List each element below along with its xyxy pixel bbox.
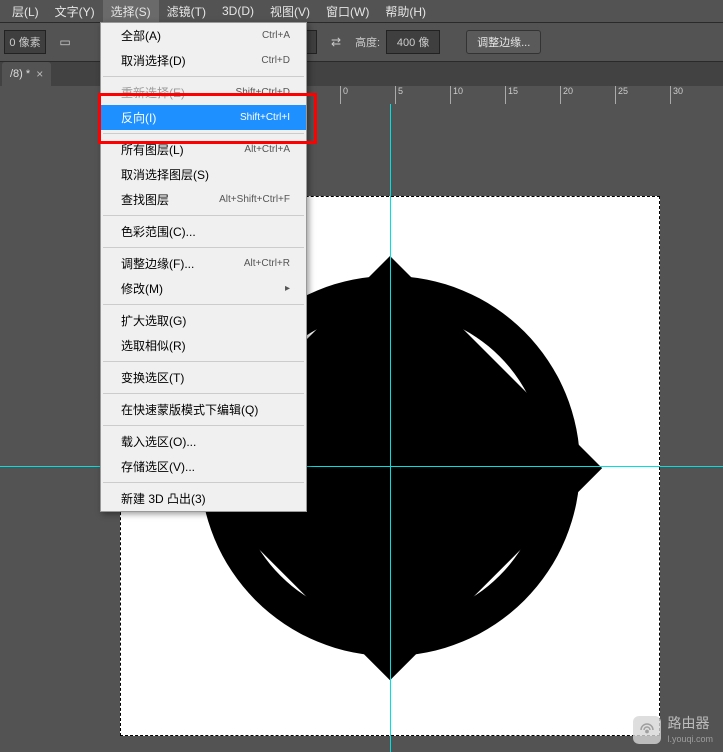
menu-3d[interactable]: 3D(D) bbox=[214, 1, 262, 21]
ruler-tick: 30 bbox=[670, 86, 683, 104]
menu-separator bbox=[103, 393, 304, 394]
menu-save-selection[interactable]: 存储选区(V)... bbox=[101, 454, 306, 479]
ruler-tick: 25 bbox=[615, 86, 628, 104]
select-menu: 全部(A)Ctrl+A 取消选择(D)Ctrl+D 重新选择(E)Shift+C… bbox=[100, 22, 307, 512]
tab-label: /8) * bbox=[10, 68, 30, 80]
menu-layer[interactable]: 层(L) bbox=[4, 0, 47, 23]
menu-deselect[interactable]: 取消选择(D)Ctrl+D bbox=[101, 48, 306, 73]
menu-find-layers[interactable]: 查找图层Alt+Shift+Ctrl+F bbox=[101, 187, 306, 212]
document-tab[interactable]: /8) * × bbox=[2, 62, 51, 86]
router-icon bbox=[633, 716, 661, 744]
watermark-title: 路由器 bbox=[667, 716, 713, 730]
menu-color-range[interactable]: 色彩范围(C)... bbox=[101, 219, 306, 244]
swap-icon[interactable]: ⇄ bbox=[323, 31, 349, 53]
menu-reselect: 重新选择(E)Shift+Ctrl+D bbox=[101, 80, 306, 105]
menubar: 层(L) 文字(Y) 选择(S) 滤镜(T) 3D(D) 视图(V) 窗口(W)… bbox=[0, 0, 723, 23]
height-field[interactable]: 400 像 bbox=[386, 30, 440, 54]
menu-filter[interactable]: 滤镜(T) bbox=[159, 0, 214, 23]
refine-edge-button[interactable]: 调整边缘... bbox=[466, 30, 541, 54]
menu-text[interactable]: 文字(Y) bbox=[47, 0, 103, 23]
menu-select[interactable]: 选择(S) bbox=[103, 0, 159, 23]
ruler-tick: 20 bbox=[560, 86, 573, 104]
menu-load-selection[interactable]: 载入选区(O)... bbox=[101, 429, 306, 454]
anti-alias-icon[interactable]: ▭ bbox=[52, 31, 78, 53]
feather-field[interactable]: 0 像素 bbox=[4, 30, 46, 54]
menu-separator bbox=[103, 133, 304, 134]
menu-new-3d[interactable]: 新建 3D 凸出(3) bbox=[101, 486, 306, 511]
menu-separator bbox=[103, 76, 304, 77]
menu-separator bbox=[103, 304, 304, 305]
menu-view[interactable]: 视图(V) bbox=[262, 0, 318, 23]
menu-separator bbox=[103, 482, 304, 483]
menu-separator bbox=[103, 361, 304, 362]
menu-all-layers[interactable]: 所有图层(L)Alt+Ctrl+A bbox=[101, 137, 306, 162]
ruler-tick: 5 bbox=[395, 86, 403, 104]
menu-window[interactable]: 窗口(W) bbox=[318, 0, 377, 23]
menu-help[interactable]: 帮助(H) bbox=[377, 0, 434, 23]
watermark: 路由器 l.youqi.com bbox=[633, 716, 713, 744]
close-icon[interactable]: × bbox=[36, 67, 43, 81]
menu-separator bbox=[103, 425, 304, 426]
ruler-tick: 0 bbox=[340, 86, 348, 104]
height-label: 高度: bbox=[355, 34, 380, 50]
menu-grow[interactable]: 扩大选取(G) bbox=[101, 308, 306, 333]
menu-inverse[interactable]: 反向(I)Shift+Ctrl+I bbox=[101, 105, 306, 130]
menu-refine-edge[interactable]: 调整边缘(F)...Alt+Ctrl+R bbox=[101, 251, 306, 276]
guide-vertical[interactable] bbox=[390, 104, 391, 752]
ruler-tick: 10 bbox=[450, 86, 463, 104]
menu-all[interactable]: 全部(A)Ctrl+A bbox=[101, 23, 306, 48]
ruler-tick: 15 bbox=[505, 86, 518, 104]
menu-separator bbox=[103, 215, 304, 216]
menu-modify[interactable]: 修改(M)▸ bbox=[101, 276, 306, 301]
menu-similar[interactable]: 选取相似(R) bbox=[101, 333, 306, 358]
menu-transform-selection[interactable]: 变换选区(T) bbox=[101, 365, 306, 390]
menu-deselect-layers[interactable]: 取消选择图层(S) bbox=[101, 162, 306, 187]
watermark-sub: l.youqi.com bbox=[667, 734, 713, 744]
menu-separator bbox=[103, 247, 304, 248]
menu-quickmask[interactable]: 在快速蒙版模式下编辑(Q) bbox=[101, 397, 306, 422]
